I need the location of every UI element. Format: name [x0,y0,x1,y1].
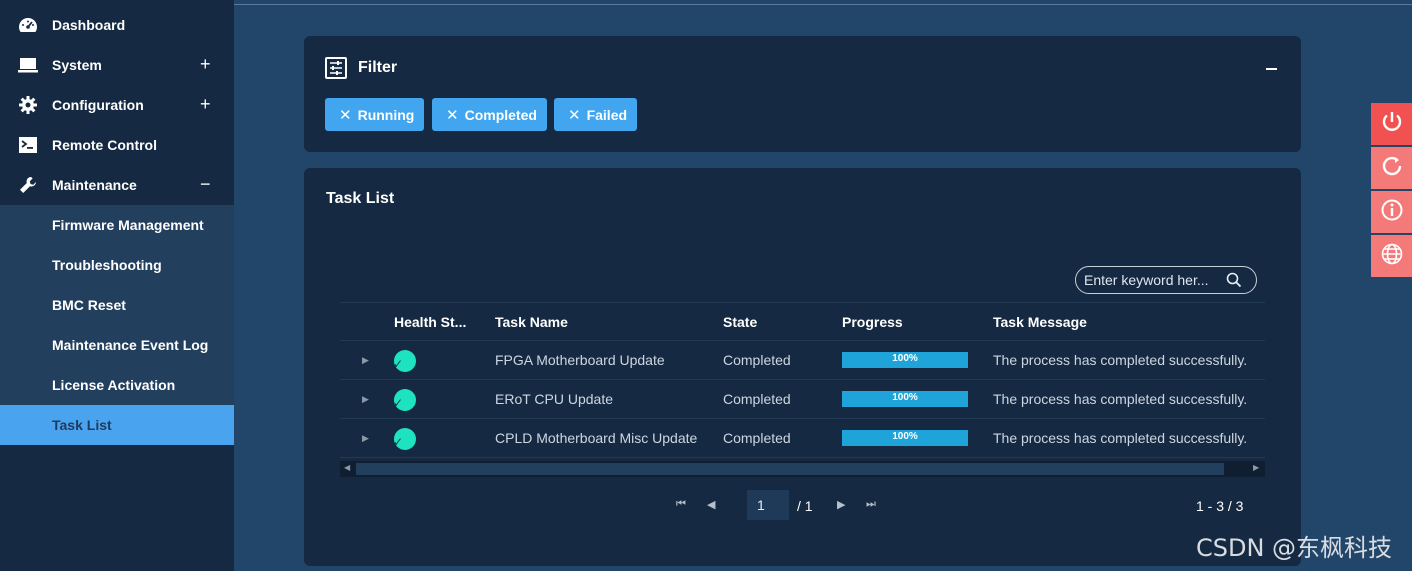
table-row[interactable]: ▶ ERoT CPU Update Completed 100% The pro… [340,380,1265,419]
search-input[interactable] [1084,271,1216,289]
task-message: The process has completed successfully. [993,391,1248,407]
sidebar-item-label: Configuration [52,97,144,113]
task-state: Completed [723,391,791,407]
task-name: FPGA Motherboard Update [495,352,665,368]
page-total: / 1 [797,498,813,514]
filter-chip-running[interactable]: ✕ Running [325,98,425,131]
table-row[interactable]: ▶ FPGA Motherboard Update Completed 100%… [340,341,1265,380]
top-divider [234,4,1412,5]
scroll-left-icon[interactable]: ◀ [344,463,350,472]
close-icon[interactable]: ✕ [568,106,581,124]
page-number-input[interactable] [747,490,789,520]
task-name: CPLD Motherboard Misc Update [495,430,698,446]
sidebar: Dashboard System + Configuration + Remot… [0,0,234,571]
close-icon[interactable]: ✕ [446,106,459,124]
expand-row-icon[interactable]: ▶ [340,380,394,419]
task-list-panel: Task List Health St... Task Name State P… [304,168,1301,566]
health-ok-icon [393,349,416,372]
collapse-icon[interactable]: − [200,174,211,195]
terminal-icon [18,136,38,154]
refresh-button[interactable] [1371,147,1412,189]
sidebar-item-task-list[interactable]: Task List [0,405,234,445]
next-page-icon[interactable]: ▶ [837,498,845,511]
progress-bar: 100% [842,352,968,368]
filter-sliders-icon [325,57,347,79]
expand-row-icon[interactable]: ▶ [340,419,394,458]
sidebar-item-label: Dashboard [52,17,126,33]
column-task-message[interactable]: Task Message [993,303,1265,341]
task-state: Completed [723,430,791,446]
language-button[interactable] [1371,235,1412,277]
progress-bar: 100% [842,430,968,446]
filter-title: Filter [358,59,398,76]
task-state: Completed [723,352,791,368]
scrollbar-thumb[interactable] [356,463,1224,475]
sidebar-item-bmc-reset[interactable]: BMC Reset [0,285,234,325]
expand-icon[interactable]: + [200,54,211,75]
info-icon [1380,198,1404,227]
column-expand [340,303,394,341]
column-progress[interactable]: Progress [842,303,993,341]
sidebar-item-remote-control[interactable]: Remote Control [0,125,234,165]
close-icon[interactable]: ✕ [339,106,352,124]
expand-icon[interactable]: + [200,94,211,115]
task-table: Health St... Task Name State Progress Ta… [340,302,1265,458]
health-ok-icon [393,388,416,411]
column-task-name[interactable]: Task Name [495,303,723,341]
sidebar-item-configuration[interactable]: Configuration + [0,85,234,125]
task-message: The process has completed successfully. [993,430,1248,446]
health-ok-icon [393,427,416,450]
progress-label: 100% [892,353,918,364]
progress-label: 100% [892,392,918,403]
chip-label: Failed [586,106,628,123]
expand-row-icon[interactable]: ▶ [340,341,394,380]
power-button[interactable] [1371,103,1412,145]
sidebar-item-maintenance-event-log[interactable]: Maintenance Event Log [0,325,234,365]
watermark-text: CSDN @东枫科技 [1196,534,1393,562]
search-box [1075,266,1257,294]
wrench-icon [18,176,38,194]
column-health-status[interactable]: Health St... [394,303,495,341]
monitor-icon [18,56,38,74]
first-page-icon[interactable]: ⏮ [676,498,686,511]
filter-chip-failed[interactable]: ✕ Failed [554,98,638,131]
sidebar-item-system[interactable]: System + [0,45,234,85]
sidebar-item-dashboard[interactable]: Dashboard [0,5,234,45]
progress-label: 100% [892,431,918,442]
progress-bar: 100% [842,391,968,407]
task-name: ERoT CPU Update [495,391,614,407]
power-icon [1380,110,1404,139]
sidebar-item-troubleshooting[interactable]: Troubleshooting [0,245,234,285]
maintenance-submenu: Firmware Management Troubleshooting BMC … [0,205,234,445]
globe-icon [1380,242,1404,271]
info-button[interactable] [1371,191,1412,233]
dashboard-icon [18,16,38,34]
task-message: The process has completed successfully. [993,352,1248,368]
sidebar-item-license-activation[interactable]: License Activation [0,365,234,405]
column-state[interactable]: State [723,303,842,341]
filter-chip-completed[interactable]: ✕ Completed [432,98,547,131]
sidebar-item-label: Maintenance [52,177,137,193]
scroll-right-icon[interactable]: ▶ [1253,463,1259,472]
filter-panel: Filter ✕ Running ✕ Completed ✕ Failed [304,36,1301,152]
sidebar-item-maintenance[interactable]: Maintenance − [0,165,234,205]
previous-page-icon[interactable]: ◀ [707,498,715,511]
horizontal-scrollbar[interactable]: ◀ ▶ [340,461,1265,477]
sidebar-item-label: Remote Control [52,137,157,153]
refresh-icon [1380,154,1404,183]
search-icon[interactable] [1226,272,1242,288]
pagination-range: 1 - 3 / 3 [1196,498,1244,514]
table-row[interactable]: ▶ CPLD Motherboard Misc Update Completed… [340,419,1265,458]
sidebar-item-firmware-management[interactable]: Firmware Management [0,205,234,245]
table-header-row: Health St... Task Name State Progress Ta… [340,302,1265,341]
last-page-icon[interactable]: ⏭ [866,498,876,511]
gear-icon [18,96,38,114]
task-list-title: Task List [326,190,395,207]
sidebar-item-label: System [52,57,102,73]
chip-label: Running [357,106,415,123]
chip-label: Completed [464,106,537,123]
